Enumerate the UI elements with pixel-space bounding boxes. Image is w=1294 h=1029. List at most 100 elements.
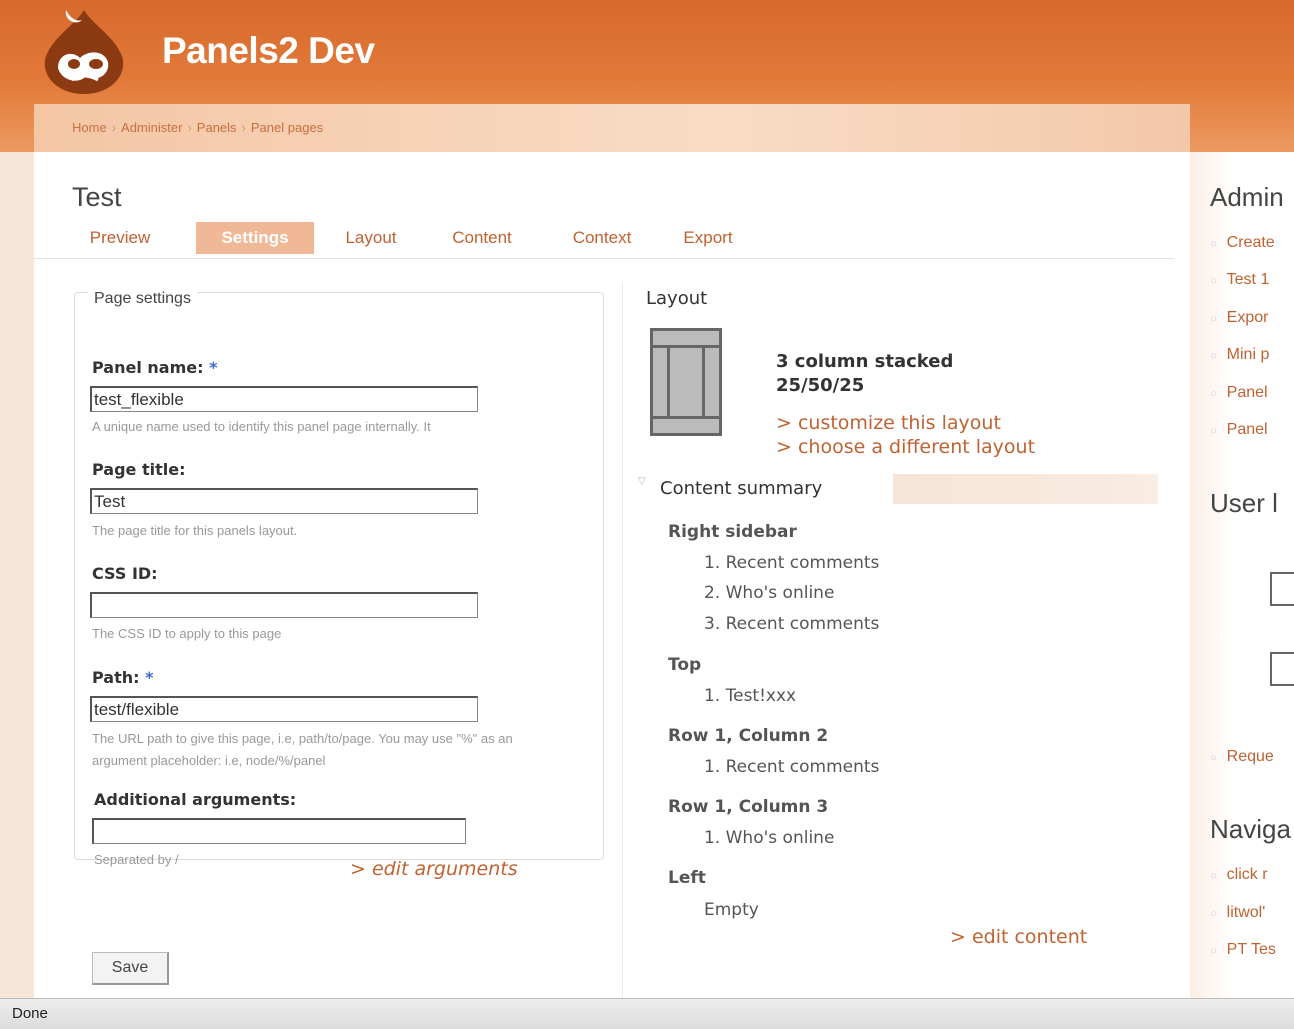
- breadcrumb-home[interactable]: Home: [72, 120, 107, 135]
- required-marker: *: [145, 668, 154, 687]
- sidebar-admin-item-label: Test 1: [1226, 271, 1270, 288]
- panel-name-label-text: Panel name:: [92, 358, 210, 377]
- region-item: 1. Test!xxx: [704, 686, 797, 706]
- request-password-link[interactable]: ○ Reque: [1210, 748, 1274, 766]
- panel-name-label: Panel name: *: [92, 358, 217, 377]
- css-id-input[interactable]: [90, 592, 478, 618]
- sidebar-nav-item[interactable]: ○ PT Tes: [1210, 941, 1276, 959]
- bullet-icon: ○: [1210, 425, 1217, 437]
- sidebar-nav-item-label: litwol': [1226, 904, 1266, 921]
- page-title-label: Page title:: [92, 460, 186, 479]
- sidebar-nav-item[interactable]: ○ click r: [1210, 866, 1268, 884]
- tab-export[interactable]: Export: [676, 222, 740, 254]
- username-input[interactable]: [1270, 572, 1294, 606]
- layout-name: 3 column stacked 25/50/25: [776, 350, 953, 398]
- collapse-toggle-icon[interactable]: ▽: [638, 476, 646, 487]
- breadcrumb-bar: Home › Administer › Panels › Panel pages: [34, 104, 1190, 152]
- tab-preview[interactable]: Preview: [76, 222, 164, 254]
- tab-settings[interactable]: Settings: [196, 222, 314, 254]
- breadcrumb-panel-pages[interactable]: Panel pages: [251, 120, 323, 135]
- region-item: 1. Recent comments: [704, 757, 880, 777]
- column-divider: [622, 282, 623, 998]
- breadcrumb-separator: ›: [187, 120, 192, 135]
- additional-arguments-label: Additional arguments:: [94, 790, 297, 809]
- status-text: Done: [12, 1005, 48, 1022]
- bullet-icon: ○: [1210, 388, 1217, 400]
- region-item-empty: Empty: [704, 900, 759, 920]
- region-item: 2. Who's online: [704, 583, 835, 603]
- breadcrumb-separator: ›: [241, 120, 246, 135]
- layout-name-line1: 3 column stacked: [776, 351, 954, 372]
- page-title: Test: [72, 182, 122, 212]
- region-item: 1. Recent comments: [704, 553, 880, 573]
- layout-heading: Layout: [646, 288, 708, 309]
- main-content: Test Preview Settings Layout Content Con…: [34, 152, 1190, 998]
- bullet-icon: ○: [1210, 313, 1217, 325]
- css-id-label: CSS ID:: [92, 564, 158, 583]
- path-description: The URL path to give this page, i.e, pat…: [92, 731, 513, 768]
- sidebar-admin-item[interactable]: ○ Panel: [1210, 421, 1268, 439]
- tab-divider: [34, 258, 1174, 259]
- bullet-icon: ○: [1210, 870, 1217, 882]
- request-password-label: Reque: [1226, 748, 1274, 765]
- sidebar-admin-item[interactable]: ○ Mini p: [1210, 346, 1269, 364]
- site-name[interactable]: Panels2 Dev: [162, 30, 375, 72]
- save-button[interactable]: Save: [92, 952, 169, 985]
- sidebar-admin-item-label: Panel: [1226, 421, 1268, 438]
- tab-content[interactable]: Content: [442, 222, 522, 254]
- sidebar-admin-item[interactable]: ○ Expor: [1210, 309, 1268, 327]
- browser-status-bar: Done: [0, 998, 1294, 1029]
- bullet-icon: ○: [1210, 238, 1217, 250]
- region-title-top: Top: [668, 655, 702, 675]
- sidebar-navigation-title: Naviga: [1210, 814, 1291, 844]
- panel-name-input[interactable]: test_flexible: [90, 386, 478, 412]
- required-marker: *: [209, 358, 218, 377]
- password-input[interactable]: [1270, 652, 1294, 686]
- bullet-icon: ○: [1210, 350, 1217, 362]
- page-title-description: The page title for this panels layout.: [92, 523, 298, 538]
- choose-layout-link[interactable]: > choose a different layout: [776, 436, 1035, 458]
- layout-name-line2: 25/50/25: [776, 375, 865, 396]
- sidebar-admin-item-label: Panel: [1226, 384, 1268, 401]
- sidebar-admin-item-label: Expor: [1226, 309, 1269, 326]
- region-title-row1-col2: Row 1, Column 2: [668, 726, 829, 746]
- path-label-text: Path:: [92, 668, 146, 687]
- css-id-description: The CSS ID to apply to this page: [92, 626, 282, 641]
- breadcrumb-panels[interactable]: Panels: [197, 120, 237, 135]
- sidebar-admin-item[interactable]: ○ Create: [1210, 234, 1275, 252]
- additional-arguments-input[interactable]: [92, 818, 466, 844]
- layout-thumbnail-icon: [650, 328, 722, 436]
- breadcrumb-administer[interactable]: Administer: [121, 120, 182, 135]
- page-settings-legend: Page settings: [88, 290, 197, 308]
- sidebar-admin-item[interactable]: ○ Test 1: [1210, 271, 1269, 289]
- region-title-right-sidebar: Right sidebar: [668, 522, 797, 542]
- region-item: 1. Who's online: [704, 828, 835, 848]
- sidebar-nav-item-label: click r: [1226, 866, 1268, 883]
- tab-layout[interactable]: Layout: [338, 222, 404, 254]
- region-item: 3. Recent comments: [704, 614, 880, 634]
- edit-arguments-link[interactable]: > edit arguments: [350, 858, 518, 880]
- path-label: Path: *: [92, 668, 153, 687]
- content-summary-heading[interactable]: Content summary: [660, 478, 843, 499]
- edit-content-link[interactable]: > edit content: [950, 926, 1087, 948]
- path-input[interactable]: test/flexible: [90, 696, 478, 722]
- tab-context[interactable]: Context: [564, 222, 640, 254]
- sidebar-user-login-title: User l: [1210, 488, 1278, 518]
- sidebar-nav-item-label: PT Tes: [1226, 941, 1276, 958]
- sidebar-admin-item-label: Create: [1226, 234, 1275, 251]
- region-title-left: Left: [668, 868, 706, 888]
- bullet-icon: ○: [1210, 752, 1217, 764]
- customize-layout-link[interactable]: > customize this layout: [776, 412, 1001, 434]
- bullet-icon: ○: [1210, 908, 1217, 920]
- page-title-input[interactable]: Test: [90, 488, 478, 514]
- drupal-logo-icon[interactable]: [36, 6, 132, 98]
- sidebar-admin-item[interactable]: ○ Panel: [1210, 384, 1268, 402]
- region-title-row1-col3: Row 1, Column 3: [668, 797, 829, 817]
- sidebar-nav-item[interactable]: ○ litwol': [1210, 904, 1265, 922]
- bullet-icon: ○: [1210, 275, 1217, 287]
- sidebar-admin-title: Admin: [1210, 182, 1284, 212]
- panel-name-description: A unique name used to identify this pane…: [92, 419, 431, 434]
- bullet-icon: ○: [1210, 945, 1217, 957]
- sidebar-admin-item-label: Mini p: [1226, 346, 1270, 363]
- right-sidebar: Admin ○ Create ○ Test 1 ○ Expor ○ Mini p ○ Pa…: [1190, 152, 1294, 998]
